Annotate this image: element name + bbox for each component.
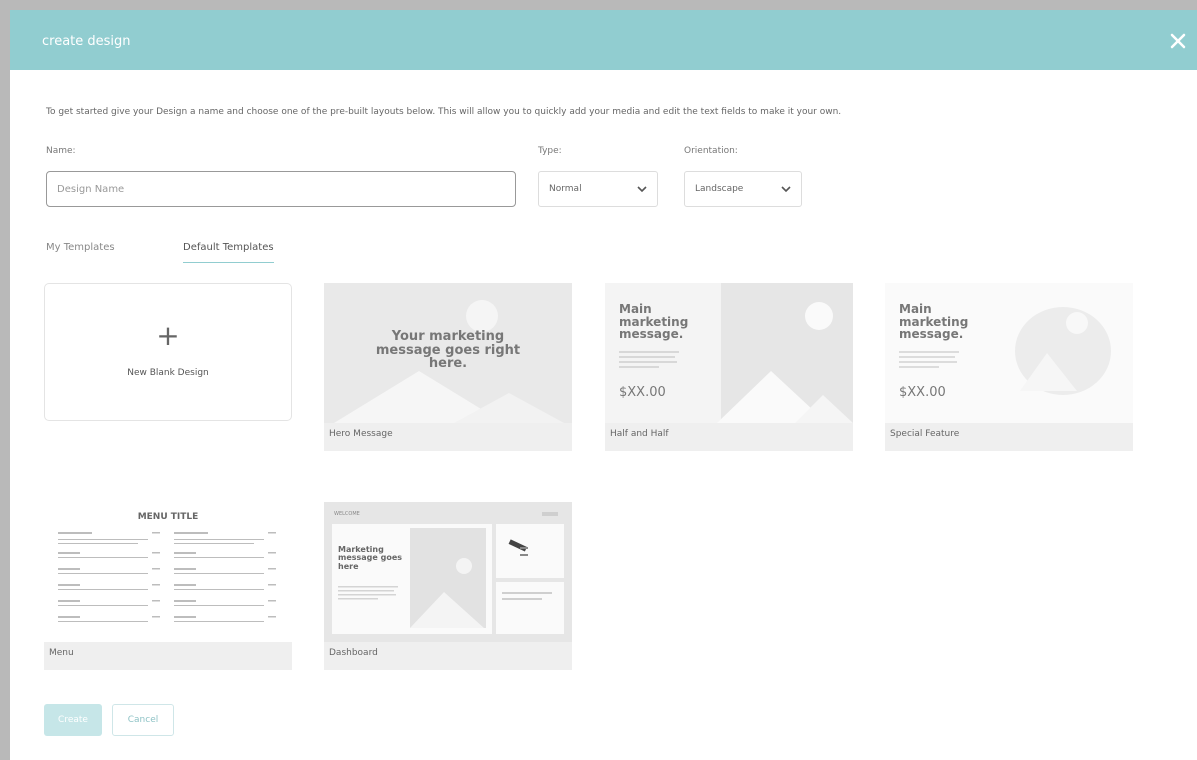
orientation-select[interactable]: Landscape bbox=[684, 171, 802, 207]
type-label: Type: bbox=[538, 146, 562, 156]
template-card-menu[interactable]: MENU TITLE Menu bbox=[44, 502, 292, 670]
chevron-down-icon bbox=[637, 186, 647, 193]
chevron-down-icon bbox=[781, 186, 791, 193]
dashboard-preview-header: WELCOME bbox=[334, 511, 360, 517]
template-card-dashboard[interactable]: WELCOME Marketing message goes here Dash… bbox=[324, 502, 572, 670]
dashboard-preview-title: Marketing message goes here bbox=[338, 545, 403, 571]
create-design-dialog: create design To get started give your D… bbox=[10, 10, 1197, 760]
template-card-half-and-half[interactable]: Main marketing message. $XX.00 Half and … bbox=[605, 283, 853, 451]
template-thumbnail: Main marketing message. $XX.00 bbox=[885, 283, 1133, 423]
template-thumbnail: Your marketing message goes right here. bbox=[324, 283, 572, 423]
orientation-select-value: Landscape bbox=[695, 184, 744, 194]
orientation-label: Orientation: bbox=[684, 146, 738, 156]
design-name-input[interactable] bbox=[46, 171, 516, 207]
half-preview-title: Main marketing message. bbox=[619, 302, 689, 342]
template-name: Hero Message bbox=[329, 429, 393, 439]
new-blank-design-card[interactable]: + New Blank Design bbox=[44, 283, 292, 421]
template-name: Dashboard bbox=[329, 648, 378, 658]
template-card-hero-message[interactable]: Your marketing message goes right here. … bbox=[324, 283, 572, 451]
close-icon[interactable] bbox=[1169, 32, 1187, 50]
intro-text: To get started give your Design a name a… bbox=[46, 107, 842, 117]
tab-default-templates[interactable]: Default Templates bbox=[183, 242, 274, 263]
template-card-special-feature[interactable]: Main marketing message. $XX.00 Special F… bbox=[885, 283, 1133, 451]
template-thumbnail: Main marketing message. $XX.00 bbox=[605, 283, 853, 423]
new-blank-design-label: New Blank Design bbox=[127, 368, 209, 378]
type-select-value: Normal bbox=[549, 184, 582, 194]
hero-preview-text: Your marketing message goes right here. bbox=[375, 329, 521, 372]
menu-preview-title: MENU TITLE bbox=[137, 512, 199, 522]
special-preview-price: $XX.00 bbox=[899, 385, 946, 400]
name-label: Name: bbox=[46, 146, 76, 156]
half-preview-price: $XX.00 bbox=[619, 385, 666, 400]
dialog-title: create design bbox=[42, 34, 131, 49]
create-button[interactable]: Create bbox=[44, 704, 102, 736]
dialog-header: create design bbox=[10, 10, 1197, 70]
special-preview-title: Main marketing message. bbox=[899, 302, 969, 342]
template-name: Menu bbox=[49, 648, 74, 658]
dashboard-thumbnail-image bbox=[324, 502, 572, 642]
template-name: Special Feature bbox=[890, 429, 960, 439]
template-name: Half and Half bbox=[610, 429, 669, 439]
menu-thumbnail-image bbox=[44, 502, 292, 642]
plus-icon: + bbox=[156, 319, 180, 352]
cancel-button[interactable]: Cancel bbox=[112, 704, 174, 736]
template-thumbnail: WELCOME Marketing message goes here bbox=[324, 502, 572, 642]
type-select[interactable]: Normal bbox=[538, 171, 658, 207]
tab-my-templates[interactable]: My Templates bbox=[46, 242, 115, 262]
template-thumbnail: MENU TITLE bbox=[44, 502, 292, 642]
